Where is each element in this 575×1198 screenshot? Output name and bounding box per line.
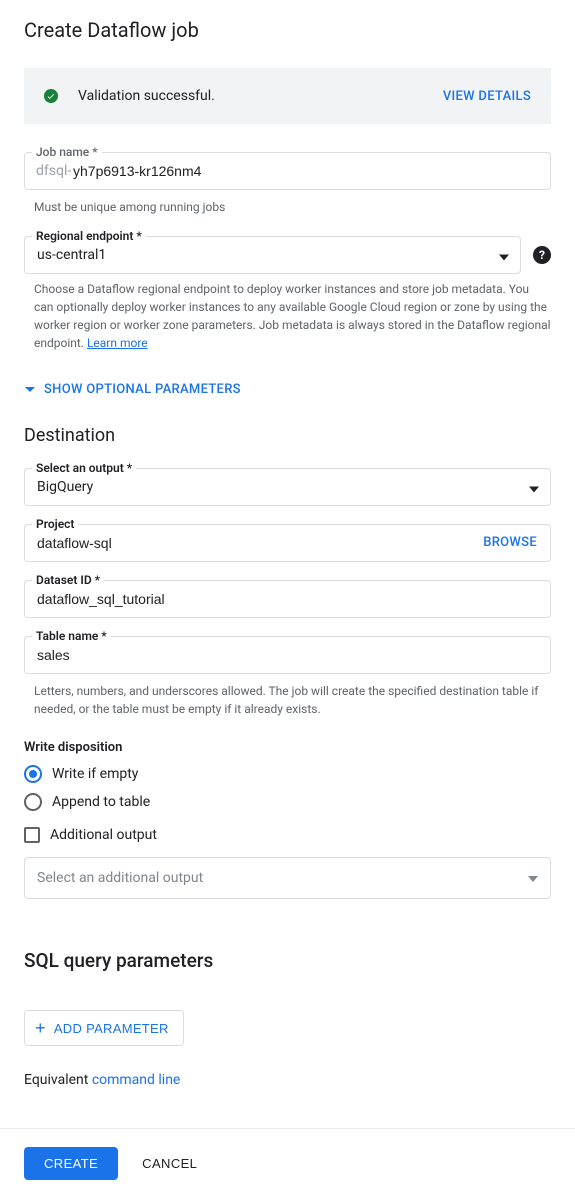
- learn-more-link[interactable]: Learn more: [87, 336, 148, 350]
- endpoint-helper: Choose a Dataflow regional endpoint to d…: [34, 280, 551, 352]
- table-label: Table name *: [32, 629, 111, 643]
- output-label: Select an output *: [32, 461, 136, 475]
- jobname-field: Job name * dfsql-: [24, 152, 551, 190]
- footer: CREATE CANCEL: [0, 1128, 575, 1198]
- show-optional-toggle[interactable]: SHOW OPTIONAL PARAMETERS: [24, 382, 551, 397]
- browse-button[interactable]: BROWSE: [483, 535, 537, 550]
- validation-banner: Validation successful. VIEW DETAILS: [24, 68, 551, 124]
- page-title: Create Dataflow job: [24, 18, 551, 42]
- sql-params-title: SQL query parameters: [24, 949, 551, 972]
- dataset-field: Dataset ID *: [24, 580, 551, 618]
- checkbox-label: Additional output: [50, 827, 157, 843]
- radio-label: Append to table: [52, 794, 150, 810]
- radio-label: Write if empty: [52, 766, 138, 782]
- help-icon[interactable]: ?: [533, 246, 551, 264]
- project-field: Project BROWSE: [24, 524, 551, 562]
- cancel-button[interactable]: CANCEL: [142, 1156, 197, 1171]
- endpoint-label: Regional endpoint *: [32, 229, 146, 243]
- view-details-button[interactable]: VIEW DETAILS: [443, 89, 531, 104]
- table-helper: Letters, numbers, and underscores allowe…: [34, 682, 551, 718]
- destination-title: Destination: [24, 425, 551, 446]
- validation-message: Validation successful.: [78, 88, 443, 104]
- project-label: Project: [32, 517, 78, 531]
- radio-write-if-empty[interactable]: Write if empty: [24, 765, 551, 783]
- output-field: Select an output * BigQuery: [24, 468, 551, 506]
- equivalent-row: Equivalent command line: [24, 1072, 551, 1088]
- table-field: Table name *: [24, 636, 551, 674]
- jobname-helper: Must be unique among running jobs: [34, 198, 551, 216]
- dataset-label: Dataset ID *: [32, 573, 104, 587]
- jobname-input[interactable]: [24, 152, 551, 190]
- chevron-down-icon: [24, 386, 36, 394]
- chevron-down-icon: [528, 870, 538, 886]
- command-line-link[interactable]: command line: [92, 1072, 181, 1088]
- create-button[interactable]: CREATE: [24, 1147, 118, 1180]
- check-icon: [44, 89, 58, 103]
- checkbox-icon: [24, 827, 40, 843]
- radio-icon: [24, 793, 42, 811]
- add-parameter-button[interactable]: + ADD PARAMETER: [24, 1010, 184, 1046]
- endpoint-field: Regional endpoint * us-central1: [24, 236, 521, 274]
- radio-append[interactable]: Append to table: [24, 793, 551, 811]
- additional-output-select[interactable]: Select an additional output: [24, 857, 551, 899]
- additional-output-checkbox[interactable]: Additional output: [24, 827, 551, 843]
- write-disposition-label: Write disposition: [24, 740, 551, 755]
- project-input[interactable]: [24, 524, 551, 562]
- jobname-prefix: dfsql-: [36, 163, 71, 179]
- plus-icon: +: [35, 1019, 46, 1037]
- radio-icon: [24, 765, 42, 783]
- jobname-label: Job name *: [32, 145, 102, 159]
